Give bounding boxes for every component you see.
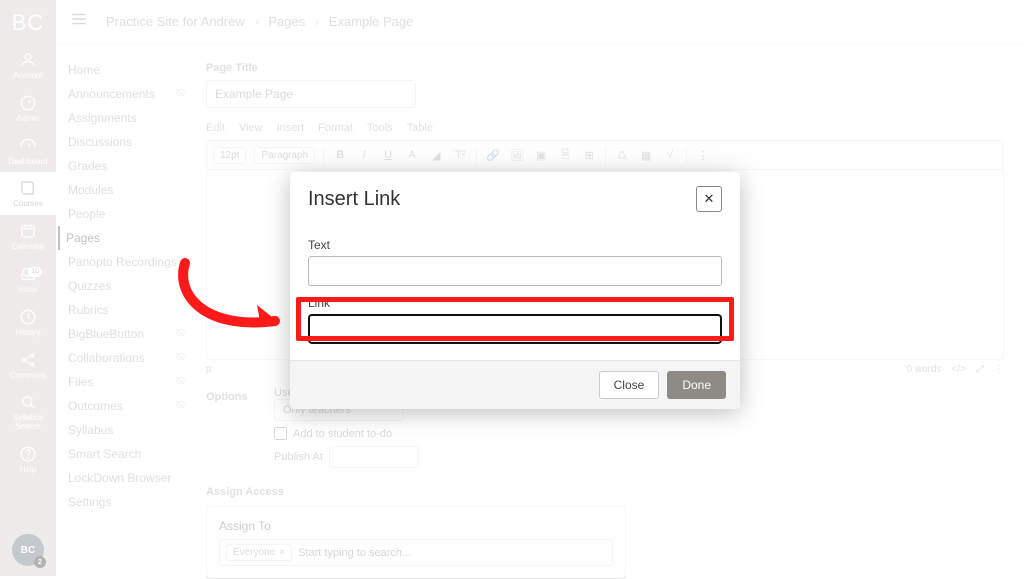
text-field-label: Text [308, 238, 722, 252]
modal-close-button[interactable]: ✕ [696, 186, 722, 212]
annotation-focus-box [296, 297, 734, 341]
text-input[interactable] [308, 256, 722, 286]
done-button[interactable]: Done [667, 371, 726, 399]
modal-title: Insert Link [308, 188, 400, 211]
insert-link-modal: Insert Link ✕ Text Link Close Done [290, 172, 740, 409]
close-button[interactable]: Close [599, 371, 660, 399]
